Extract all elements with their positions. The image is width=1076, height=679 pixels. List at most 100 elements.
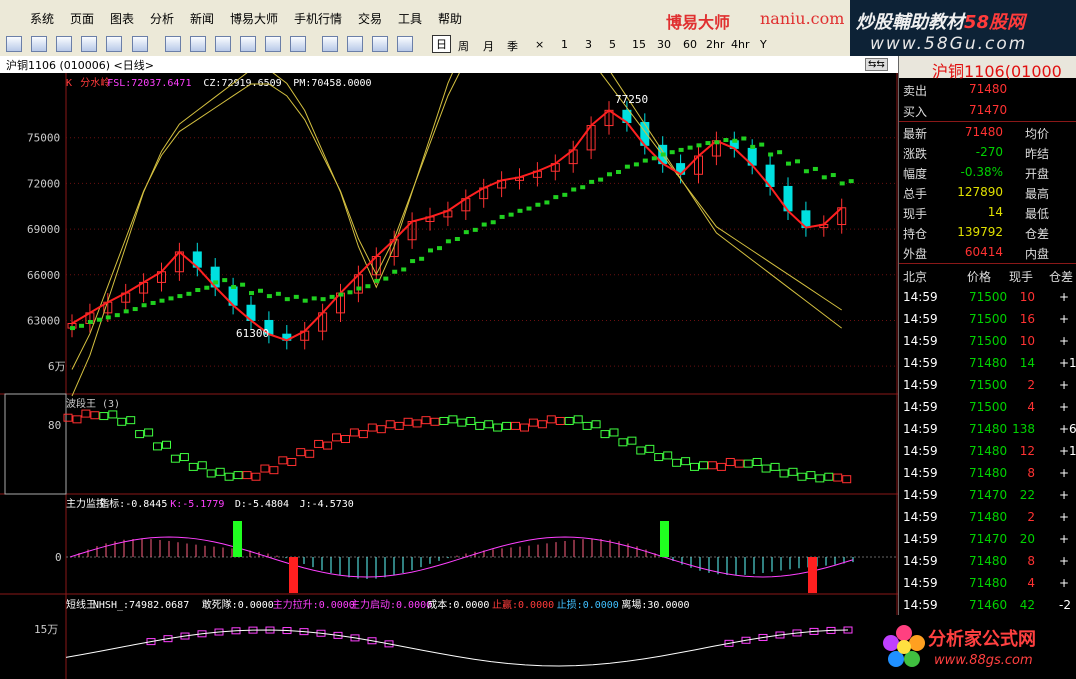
menu-item[interactable]: 图表 bbox=[110, 10, 134, 27]
tick-row: 14:59 71500 16 + bbox=[899, 308, 1076, 330]
period-button[interactable]: 1 bbox=[561, 38, 568, 51]
chart-area[interactable]: 75000 72000 69000 66000 63000 6万 K 分水岭FSL:72037… bbox=[0, 73, 898, 679]
alarm-bell-icon[interactable] bbox=[347, 36, 363, 52]
period-button[interactable]: 月 bbox=[483, 38, 494, 54]
period-button[interactable]: 60 bbox=[683, 38, 697, 51]
quote-row: 总手 127890 最高 bbox=[899, 182, 1076, 202]
quote-label: 总手 bbox=[903, 187, 928, 201]
quote-label2: 仓差 bbox=[1025, 227, 1050, 241]
trend-dot bbox=[114, 313, 120, 318]
line-chart-icon[interactable] bbox=[31, 36, 47, 52]
period-button[interactable]: 季 bbox=[507, 38, 518, 54]
period-button[interactable]: 周 bbox=[458, 38, 469, 54]
trend-dot bbox=[213, 280, 219, 285]
tick-oi: + bbox=[1059, 554, 1070, 568]
quote-label2: 昨结 bbox=[1025, 147, 1050, 161]
trend-dot bbox=[141, 303, 147, 308]
quote-table-icon[interactable] bbox=[81, 36, 97, 52]
trend-dot bbox=[660, 152, 666, 157]
trend-dot bbox=[311, 296, 317, 301]
trend-dot bbox=[150, 300, 156, 305]
tick-oi: + bbox=[1059, 378, 1070, 392]
menu-item[interactable]: 手机行情 bbox=[294, 10, 342, 27]
tick-vol: 8 bbox=[1027, 466, 1035, 480]
tick-row: 14:59 71480 4 + bbox=[899, 572, 1076, 594]
draw-icon[interactable] bbox=[322, 36, 338, 52]
quote-value: 139792 bbox=[957, 225, 1003, 239]
menu-item[interactable]: 帮助 bbox=[438, 10, 462, 27]
tick-price: 71480 bbox=[969, 422, 1008, 436]
period-button[interactable]: 30 bbox=[657, 38, 671, 51]
buy-signal bbox=[660, 521, 669, 557]
zoom-in-icon[interactable] bbox=[190, 36, 206, 52]
tick-price: 71480 bbox=[969, 554, 1008, 568]
period-button[interactable]: 15 bbox=[632, 38, 646, 51]
tick-time: 14:59 bbox=[903, 488, 938, 502]
kline-icon[interactable] bbox=[56, 36, 72, 52]
period-button[interactable]: 5 bbox=[609, 38, 616, 51]
tick-row: 14:59 71480 14 +1 bbox=[899, 352, 1076, 374]
trend-dot bbox=[786, 161, 791, 166]
tick-row: 14:59 71480 2 + bbox=[899, 506, 1076, 528]
tick-oi: + bbox=[1059, 466, 1070, 480]
quote-row: 涨跌 -270 昨结 bbox=[899, 142, 1076, 162]
lightning-icon[interactable] bbox=[397, 36, 413, 52]
period-button[interactable]: 3 bbox=[585, 38, 592, 51]
period-button[interactable]: × bbox=[535, 38, 544, 51]
trend-dot bbox=[723, 138, 729, 143]
nav-arrows-icon[interactable]: ⇆⇆ bbox=[865, 58, 888, 71]
tick-time: 14:59 bbox=[903, 576, 938, 590]
trend-dot bbox=[508, 212, 514, 217]
tick-time: 14:59 bbox=[903, 290, 938, 304]
menu-item[interactable]: 交易 bbox=[358, 10, 382, 27]
detail-icon[interactable] bbox=[106, 36, 122, 52]
trend-dot bbox=[186, 291, 192, 296]
period-button[interactable]: 2hr bbox=[706, 38, 725, 51]
tick-time: 14:59 bbox=[903, 532, 938, 546]
sl-y-tick: 15万 bbox=[34, 623, 58, 636]
trend-dot bbox=[526, 206, 532, 211]
tick-time: 14:59 bbox=[903, 444, 938, 458]
pointer-icon[interactable] bbox=[240, 36, 256, 52]
menu-item[interactable]: 博易大师 bbox=[230, 10, 278, 27]
mf-y-tick: 0 bbox=[55, 551, 62, 564]
menu-item[interactable]: 工具 bbox=[398, 10, 422, 27]
quote-label: 持仓 bbox=[903, 227, 928, 241]
ad-text-a: 炒股輔助教材 bbox=[856, 12, 964, 33]
window-icon[interactable] bbox=[290, 36, 306, 52]
f10-icon[interactable] bbox=[132, 36, 148, 52]
menu-item[interactable]: 新闻 bbox=[190, 10, 214, 27]
quote-row: 现手 14 最低 bbox=[899, 202, 1076, 222]
quote-label2: 开盘 bbox=[1025, 167, 1050, 181]
y-tick-label: 75000 bbox=[27, 132, 60, 145]
sell-value: 71480 bbox=[969, 82, 1008, 96]
trend-dot bbox=[651, 156, 657, 161]
quote-panel: ⇆⇆ 沪铜1106(01000 卖出 71480 买入 71470 最新 7148… bbox=[865, 56, 1076, 679]
tick-oi: + bbox=[1059, 334, 1070, 348]
zoom-out-icon[interactable] bbox=[215, 36, 231, 52]
sell-signal bbox=[289, 557, 298, 593]
trend-dot bbox=[741, 136, 747, 141]
tick-time: 14:59 bbox=[903, 378, 938, 392]
tick-vol: 22 bbox=[1019, 488, 1035, 502]
period-button[interactable]: Y bbox=[760, 38, 767, 51]
ad-banner[interactable]: 炒股輔助教材58股网 www.58Gu.com bbox=[850, 0, 1076, 56]
connect-icon[interactable] bbox=[6, 36, 22, 52]
menu-item[interactable]: 页面 bbox=[70, 10, 94, 27]
grid-icon[interactable] bbox=[265, 36, 281, 52]
mf-legend: D:-5.4804 bbox=[235, 499, 289, 510]
period-button[interactable]: 日 bbox=[432, 35, 451, 53]
tick-time: 14:59 bbox=[903, 400, 938, 414]
tick-vol: 138 bbox=[1012, 422, 1035, 436]
tick-row: 14:59 71470 20 + bbox=[899, 528, 1076, 550]
y-tick-label: 69000 bbox=[27, 223, 60, 236]
trend-dot bbox=[70, 326, 75, 331]
formula-icon[interactable] bbox=[372, 36, 388, 52]
menu-item[interactable]: 系统 bbox=[30, 10, 54, 27]
trend-dot bbox=[302, 298, 308, 303]
quote-label: 现手 bbox=[903, 207, 928, 221]
chart-bg bbox=[0, 73, 898, 679]
menu-item[interactable]: 分析 bbox=[150, 10, 174, 27]
period-button[interactable]: 4hr bbox=[731, 38, 750, 51]
refresh-icon[interactable] bbox=[165, 36, 181, 52]
